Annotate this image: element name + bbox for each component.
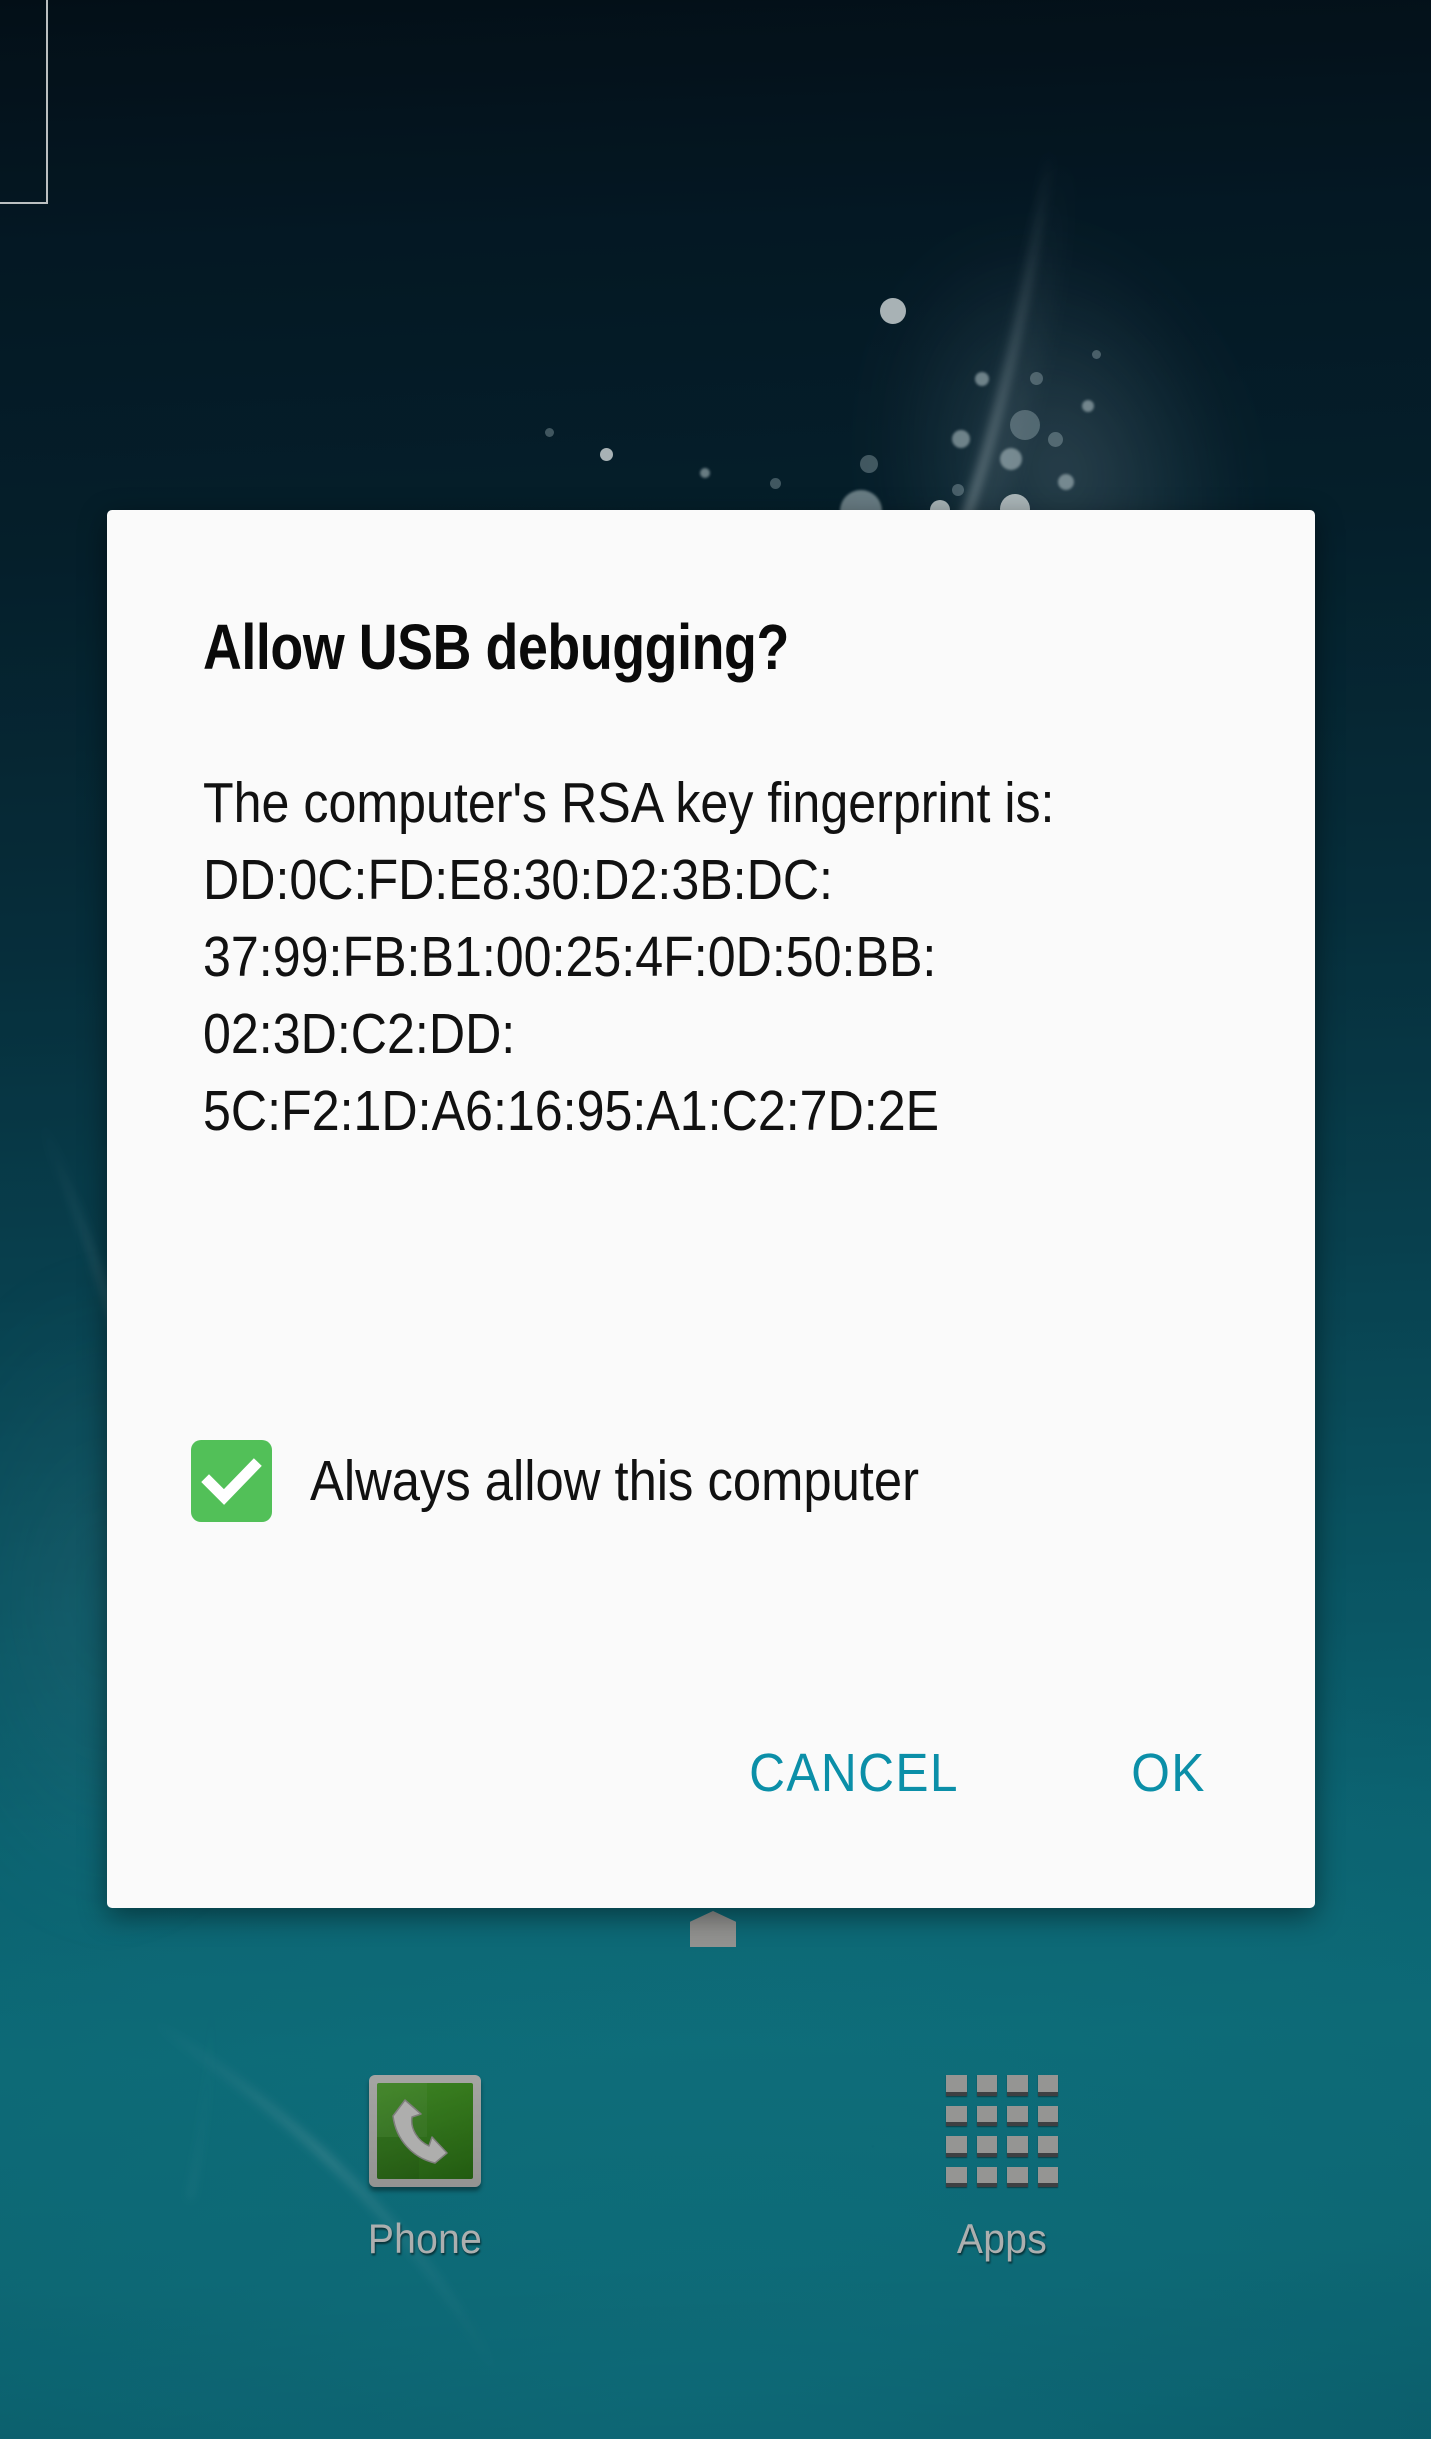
always-allow-checkbox[interactable] [191, 1440, 272, 1522]
cancel-button[interactable]: CANCEL [725, 1724, 983, 1822]
ok-button[interactable]: OK [1107, 1724, 1229, 1822]
dialog-title: Allow USB debugging? [203, 611, 789, 683]
dialog-message: The computer's RSA key fingerprint is: D… [203, 771, 1055, 1143]
always-allow-row[interactable]: Always allow this computer [191, 1440, 994, 1522]
always-allow-label: Always allow this computer [310, 1449, 919, 1513]
dialog-actions: CANCEL OK [714, 1724, 1235, 1822]
checkmark-icon [201, 1458, 262, 1505]
android-home-screen: Phone Apps Allow USB debugging? The comp… [0, 0, 1431, 2439]
usb-debugging-dialog: Allow USB debugging? The computer's RSA … [107, 510, 1315, 1908]
